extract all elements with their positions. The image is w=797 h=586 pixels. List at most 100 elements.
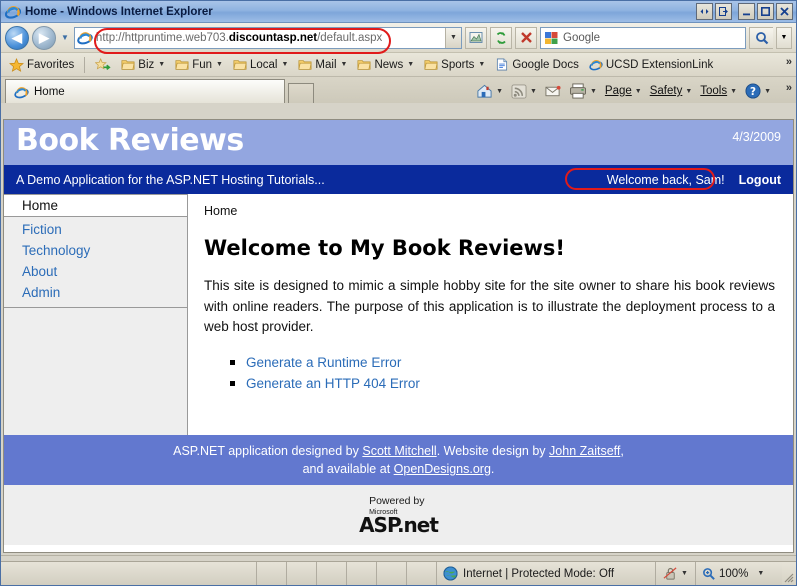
- status-cell: [257, 562, 287, 585]
- generate-runtime-error-link[interactable]: Generate a Runtime Error: [246, 355, 401, 370]
- opendesigns-link[interactable]: OpenDesigns.org: [394, 462, 491, 476]
- sidebar-item-admin[interactable]: Admin: [4, 282, 187, 303]
- footer-text: and available at: [303, 462, 394, 476]
- compatibility-view-button[interactable]: [465, 27, 487, 49]
- chevron-down-icon: ▼: [341, 61, 348, 68]
- security-zone-label: Internet | Protected Mode: Off: [463, 568, 614, 580]
- security-zone-cell[interactable]: Internet | Protected Mode: Off: [437, 562, 656, 585]
- chevron-down-icon: ▼: [158, 61, 165, 68]
- folder-icon: [298, 58, 312, 71]
- favorites-label: Favorites: [27, 59, 74, 71]
- site-header: Book Reviews 4/3/2009: [4, 120, 793, 165]
- chevron-down-icon: ▼: [530, 88, 537, 95]
- favorites-item-google-docs[interactable]: Google Docs: [491, 57, 582, 72]
- page-menu-button[interactable]: Page ▼: [602, 84, 645, 98]
- sidebar-item-about[interactable]: About: [4, 261, 187, 282]
- forward-button[interactable]: ▶: [32, 26, 56, 50]
- list-item: Generate a Runtime Error: [230, 352, 775, 374]
- svg-text:?: ?: [750, 86, 756, 98]
- search-provider-dropdown[interactable]: ▼: [776, 27, 792, 49]
- address-bar[interactable]: http://httpruntime.web703.discountasp.ne…: [74, 27, 462, 49]
- sidebar-item-technology[interactable]: Technology: [4, 240, 187, 261]
- generate-404-error-link[interactable]: Generate an HTTP 404 Error: [246, 376, 420, 391]
- favorites-item-local[interactable]: Local ▼: [229, 57, 292, 72]
- add-to-favorites-bar-icon[interactable]: [91, 57, 115, 73]
- browser-window: Home - Windows Internet Explorer ◀ ▶ ▼: [0, 0, 797, 586]
- restore-size-button[interactable]: [696, 3, 713, 20]
- favorites-item-label: Mail: [315, 59, 336, 71]
- privacy-report-button[interactable]: ▼: [656, 562, 696, 585]
- help-menu-button[interactable]: ? ▼: [742, 82, 774, 100]
- zoom-control[interactable]: 100% ▼: [696, 562, 782, 585]
- back-button[interactable]: ◀: [5, 26, 29, 50]
- favorites-button[interactable]: Favorites: [5, 57, 78, 73]
- error-links-list: Generate a Runtime Error Generate an HTT…: [204, 352, 775, 396]
- maximize-button[interactable]: [757, 3, 774, 20]
- favorites-item-sports[interactable]: Sports ▼: [420, 57, 489, 72]
- chevron-down-icon: ▼: [681, 570, 688, 577]
- powered-by-section: Powered by Microsoft ASP.net: [4, 485, 793, 545]
- john-zaitseff-link[interactable]: John Zaitseff: [549, 444, 620, 458]
- recent-pages-dropdown[interactable]: ▼: [59, 33, 71, 42]
- command-bar-overflow-button[interactable]: »: [786, 82, 792, 94]
- chevron-down-icon: ▼: [216, 61, 223, 68]
- search-box[interactable]: Google: [540, 27, 746, 49]
- star-icon: [9, 58, 24, 72]
- minimize-button[interactable]: [738, 3, 755, 20]
- chevron-down-icon: ▼: [635, 88, 642, 95]
- resize-grip[interactable]: [782, 562, 796, 585]
- tab-home[interactable]: Home: [5, 79, 285, 103]
- status-cell: [377, 562, 407, 585]
- refresh-button[interactable]: [490, 27, 512, 49]
- tools-menu-button[interactable]: Tools ▼: [697, 84, 740, 98]
- safety-menu-button[interactable]: Safety ▼: [647, 84, 696, 98]
- favorites-item-mail[interactable]: Mail ▼: [294, 57, 351, 72]
- mail-button[interactable]: [542, 83, 564, 99]
- feeds-button[interactable]: ▼: [508, 83, 540, 100]
- restore-button[interactable]: [715, 3, 732, 20]
- sidebar-item-fiction[interactable]: Fiction: [4, 219, 187, 240]
- status-cell: [287, 562, 317, 585]
- site-subheader: A Demo Application for the ASP.NET Hosti…: [4, 165, 793, 194]
- favorites-overflow-button[interactable]: »: [786, 56, 792, 68]
- home-button[interactable]: ▼: [473, 82, 506, 100]
- stop-button[interactable]: [515, 27, 537, 49]
- address-dropdown-button[interactable]: ▼: [445, 28, 461, 48]
- intro-paragraph: This site is designed to mimic a simple …: [204, 276, 775, 338]
- mail-icon: [545, 84, 561, 98]
- feeds-icon: [511, 84, 527, 99]
- logout-link[interactable]: Logout: [739, 173, 781, 187]
- search-input[interactable]: Google: [563, 32, 600, 44]
- favorites-item-label: UCSD ExtensionLink: [606, 59, 713, 71]
- site-footer: ASP.NET application designed by Scott Mi…: [4, 435, 793, 485]
- ie-logo-icon: [589, 58, 603, 71]
- footer-text: ASP.NET application designed by: [173, 444, 362, 458]
- list-item: Generate an HTTP 404 Error: [230, 373, 775, 395]
- chevron-down-icon: ▼: [496, 88, 503, 95]
- scott-mitchell-link[interactable]: Scott Mitchell: [362, 444, 436, 458]
- aspnet-label: ASP.net: [359, 515, 438, 535]
- status-message-cell: [1, 562, 257, 585]
- favorites-item-fun[interactable]: Fun ▼: [171, 57, 227, 72]
- new-tab-button[interactable]: [288, 83, 314, 103]
- favorites-item-label: Google Docs: [512, 59, 578, 71]
- sidebar-filler: [4, 308, 187, 435]
- chevron-down-icon[interactable]: ▼: [757, 570, 764, 577]
- favorites-item-biz[interactable]: Biz ▼: [117, 57, 169, 72]
- sidebar-item-home[interactable]: Home: [4, 194, 187, 217]
- tab-label: Home: [34, 86, 65, 98]
- web-page: Book Reviews 4/3/2009 A Demo Application…: [4, 120, 793, 552]
- privacy-report-icon: [663, 566, 678, 581]
- page-menu-label: Page: [605, 85, 632, 97]
- favorites-item-ucsd-extensionlink[interactable]: UCSD ExtensionLink: [585, 57, 717, 72]
- chevron-down-icon: ▼: [685, 88, 692, 95]
- favorites-item-label: Sports: [441, 59, 474, 71]
- document-icon: [495, 58, 509, 71]
- favorites-item-news[interactable]: News ▼: [353, 57, 418, 72]
- print-button[interactable]: ▼: [566, 82, 600, 100]
- search-go-button[interactable]: [749, 27, 773, 49]
- status-cell: [407, 562, 437, 585]
- footer-line-1: ASP.NET application designed by Scott Mi…: [4, 442, 793, 460]
- close-button[interactable]: [776, 3, 793, 20]
- powered-by-label: Powered by: [369, 496, 438, 507]
